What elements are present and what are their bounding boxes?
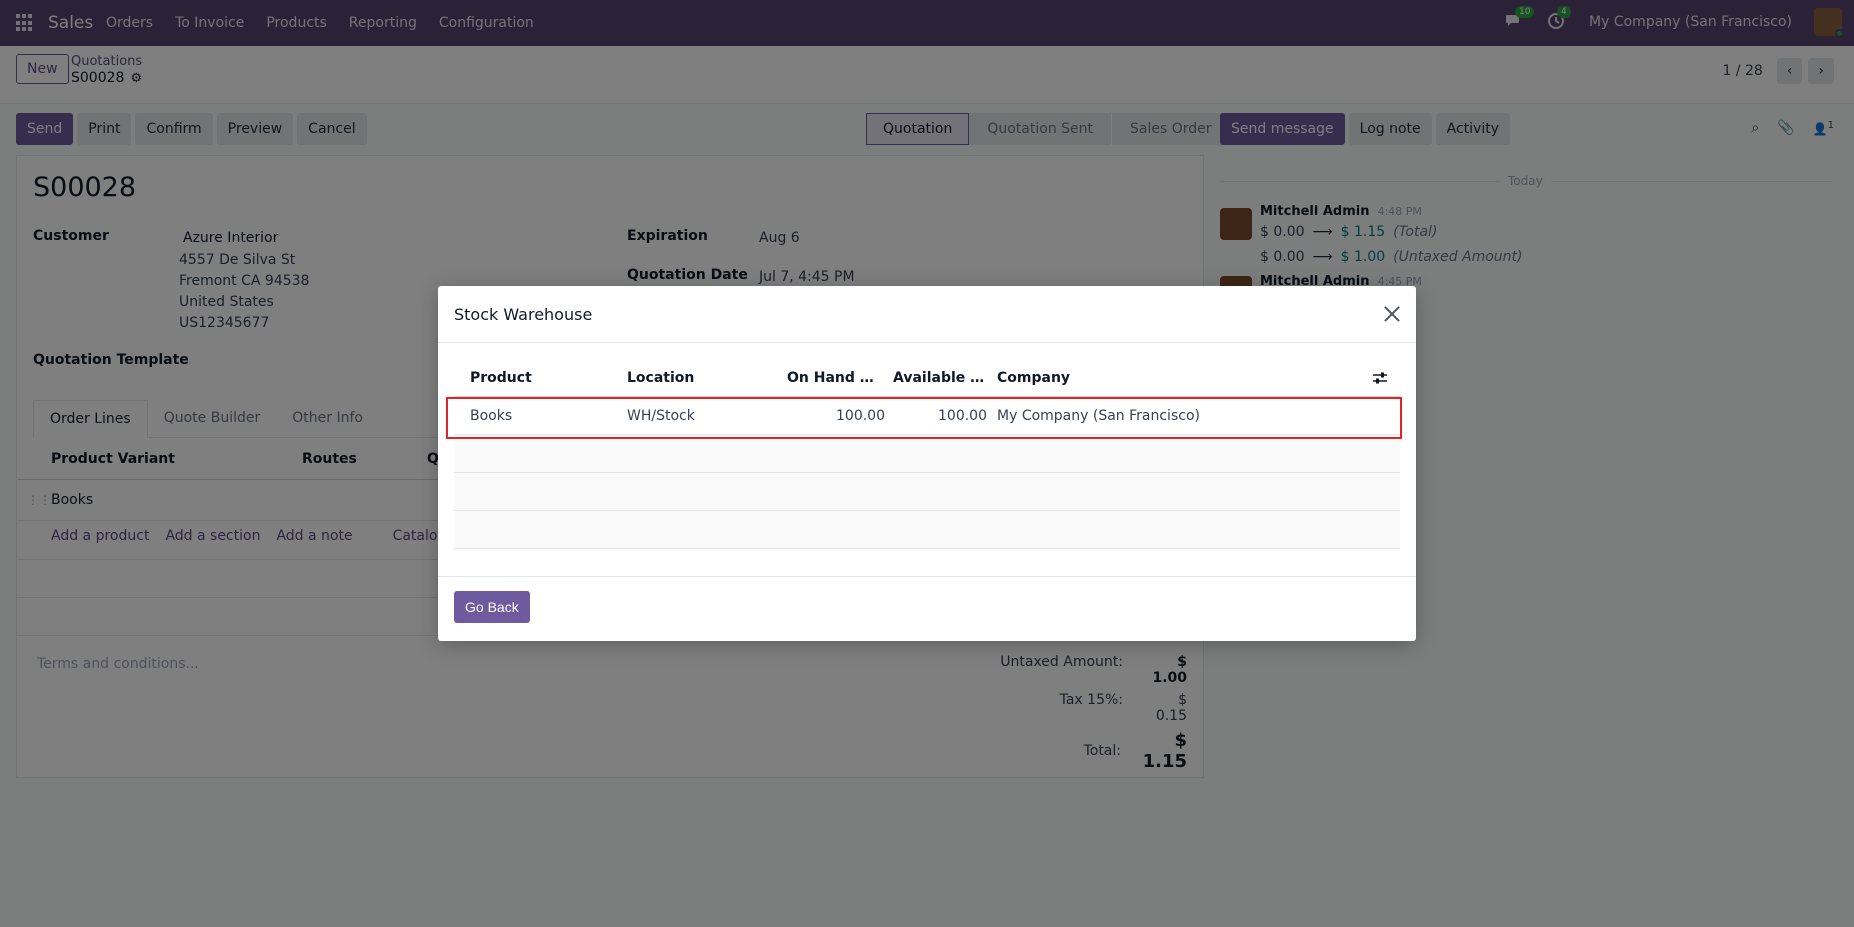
- col-product[interactable]: Product: [454, 370, 627, 386]
- empty-row: [454, 473, 1400, 511]
- dialog-title: Stock Warehouse: [454, 304, 593, 324]
- col-company[interactable]: Company: [995, 370, 1360, 386]
- table-row[interactable]: Books WH/Stock 100.00 100.00 My Company …: [454, 397, 1400, 435]
- cell-on-hand: 100.00: [836, 407, 885, 424]
- col-available[interactable]: Available Quantity: [893, 370, 995, 386]
- col-location[interactable]: Location: [627, 370, 787, 386]
- cell-available: 100.00: [938, 407, 987, 424]
- cell-company: My Company (San Francisco): [997, 407, 1200, 424]
- stock-table: Product Location On Hand Quantity Availa…: [454, 359, 1400, 549]
- empty-row: [454, 435, 1400, 473]
- close-icon[interactable]: [1382, 304, 1402, 324]
- optional-columns-toggle[interactable]: [1360, 371, 1400, 385]
- empty-row: [454, 511, 1400, 549]
- sliders-icon: [1373, 372, 1387, 383]
- col-on-hand[interactable]: On Hand Quantity: [787, 370, 893, 386]
- cell-location: WH/Stock: [627, 407, 695, 424]
- go-back-button[interactable]: Go Back: [454, 591, 530, 623]
- stock-warehouse-dialog: Stock Warehouse Product Location On Hand…: [438, 286, 1416, 641]
- table-header: Product Location On Hand Quantity Availa…: [454, 359, 1400, 397]
- cell-product: Books: [470, 407, 513, 424]
